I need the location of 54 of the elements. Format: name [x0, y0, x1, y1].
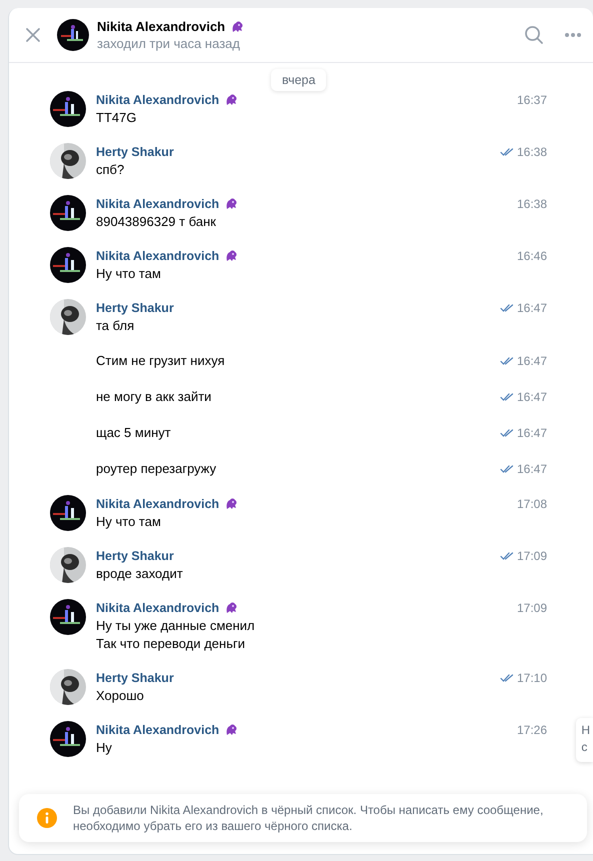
last-seen-status: заходил три часа назад: [97, 36, 241, 51]
date-label: вчера: [271, 69, 326, 91]
message-time: 17:26: [516, 723, 547, 737]
creature-icon: [224, 601, 238, 615]
message-text: спб?: [96, 161, 126, 179]
message-text: не могу в акк зайти: [96, 388, 212, 406]
message-time: 17:09: [516, 549, 547, 563]
message-time: 17:10: [516, 671, 547, 685]
author-name[interactable]: Nikita Alexandrovich: [96, 497, 220, 511]
author-name[interactable]: Herty Shakur: [96, 145, 174, 159]
creature-icon: [224, 723, 238, 737]
message-text: та бля: [96, 317, 136, 335]
creature-icon: [224, 497, 238, 511]
author-name[interactable]: Nikita Alexandrovich: [96, 601, 220, 615]
message-text: Ну что там: [96, 265, 162, 283]
message-text: 89043896329 т банк: [96, 213, 217, 231]
blacklist-notice: Вы добавили Nikita Alexandrovich в чёрный список. Чтобы написать ему сообщение, необходимо убрать его из вашего чёрного списка.: [73, 802, 544, 834]
contact-name[interactable]: Nikita Alexandrovich: [97, 19, 226, 34]
tooltip-text: с: [581, 739, 588, 756]
message-text: TT47G: [96, 109, 138, 127]
message-time: 17:08: [516, 497, 547, 511]
message-text: Ну: [96, 739, 113, 757]
message-time: 16:46: [516, 249, 547, 263]
message-time: 16:47: [516, 426, 547, 440]
creature-icon: [224, 93, 238, 107]
message-time: 16:37: [516, 93, 547, 107]
message-time: 16:38: [516, 145, 547, 159]
author-name[interactable]: Herty Shakur: [96, 549, 174, 563]
creature-icon: [224, 197, 238, 211]
author-name[interactable]: Nikita Alexandrovich: [96, 723, 220, 737]
author-name[interactable]: Nikita Alexandrovich: [96, 249, 220, 263]
creature-icon: [224, 249, 238, 263]
message-text: щас 5 минут: [96, 424, 172, 442]
author-name[interactable]: Nikita Alexandrovich: [96, 197, 220, 211]
info-icon: [37, 808, 57, 828]
message-time: 16:47: [516, 462, 547, 476]
search-icon[interactable]: [522, 23, 546, 47]
message-text: Ну что там: [96, 513, 162, 531]
creature-icon: [230, 20, 244, 34]
message-text: Стим не грузит нихуя: [96, 352, 226, 370]
author-name[interactable]: Herty Shakur: [96, 301, 174, 315]
message-time: 17:09: [516, 601, 547, 615]
message-time: 16:38: [516, 197, 547, 211]
message-text: роутер перезагружу: [96, 460, 218, 478]
message-text: Хорошо: [96, 687, 145, 705]
author-name[interactable]: Herty Shakur: [96, 671, 174, 685]
message-time: 16:47: [516, 354, 547, 368]
message-text: Так что переводи деньги: [96, 635, 246, 653]
message-time: 16:47: [516, 390, 547, 404]
message-time: 16:47: [516, 301, 547, 315]
message-text: Ну ты уже данные сменил: [96, 617, 256, 635]
message-text: вроде заходит: [96, 565, 184, 583]
tooltip-text: Н: [581, 722, 590, 739]
author-name[interactable]: Nikita Alexandrovich: [96, 93, 220, 107]
